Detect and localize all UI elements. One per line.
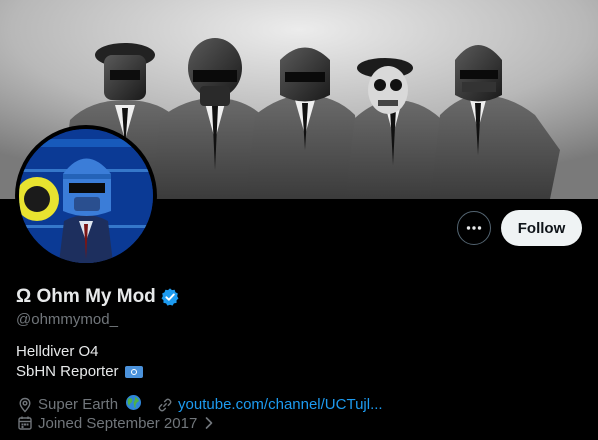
calendar-icon	[16, 414, 34, 432]
profile-meta-row: Super Earth youtube.com/channel/UCTujl..…	[16, 394, 397, 415]
follow-button[interactable]: Follow	[501, 210, 582, 246]
profile-meta-row: Joined September 2017	[16, 414, 229, 432]
display-name-row: Ω Ohm My Mod	[16, 284, 180, 310]
website-item[interactable]: youtube.com/channel/UCTujl...	[156, 396, 383, 414]
follow-button-label: Follow	[517, 219, 566, 237]
profile-handle: @ohmmymod_	[16, 311, 118, 328]
joined-item[interactable]: Joined September 2017	[16, 414, 215, 432]
location-item: Super Earth	[16, 394, 142, 415]
bio-text-2: SbHN Reporter	[16, 363, 119, 380]
avatar-helldiver-figure-icon	[19, 129, 153, 263]
profile-bio: Helldiver O4 SbHN Reporter	[16, 342, 143, 382]
link-icon	[156, 396, 174, 414]
profile-page: Follow Ω Ohm My Mod @ohmmymod_ Helldiver…	[0, 0, 598, 440]
more-options-button[interactable]	[457, 211, 491, 245]
un-flag-icon	[124, 366, 143, 378]
avatar-image	[19, 129, 153, 263]
bio-line: Helldiver O4	[16, 342, 143, 362]
location-pin-icon	[16, 396, 34, 414]
verified-badge-icon[interactable]	[160, 287, 180, 307]
bio-line: SbHN Reporter	[16, 362, 143, 382]
globe-icon	[125, 394, 142, 415]
website-link[interactable]: youtube.com/channel/UCTujl...	[178, 396, 383, 413]
profile-avatar[interactable]	[15, 125, 157, 267]
bio-text-1: Helldiver O4	[16, 343, 99, 360]
joined-text: Joined September 2017	[38, 414, 198, 432]
chevron-right-icon	[203, 416, 215, 430]
display-name: Ω Ohm My Mod	[16, 286, 156, 307]
more-options-icon	[466, 226, 482, 230]
location-text: Super Earth	[38, 396, 119, 413]
